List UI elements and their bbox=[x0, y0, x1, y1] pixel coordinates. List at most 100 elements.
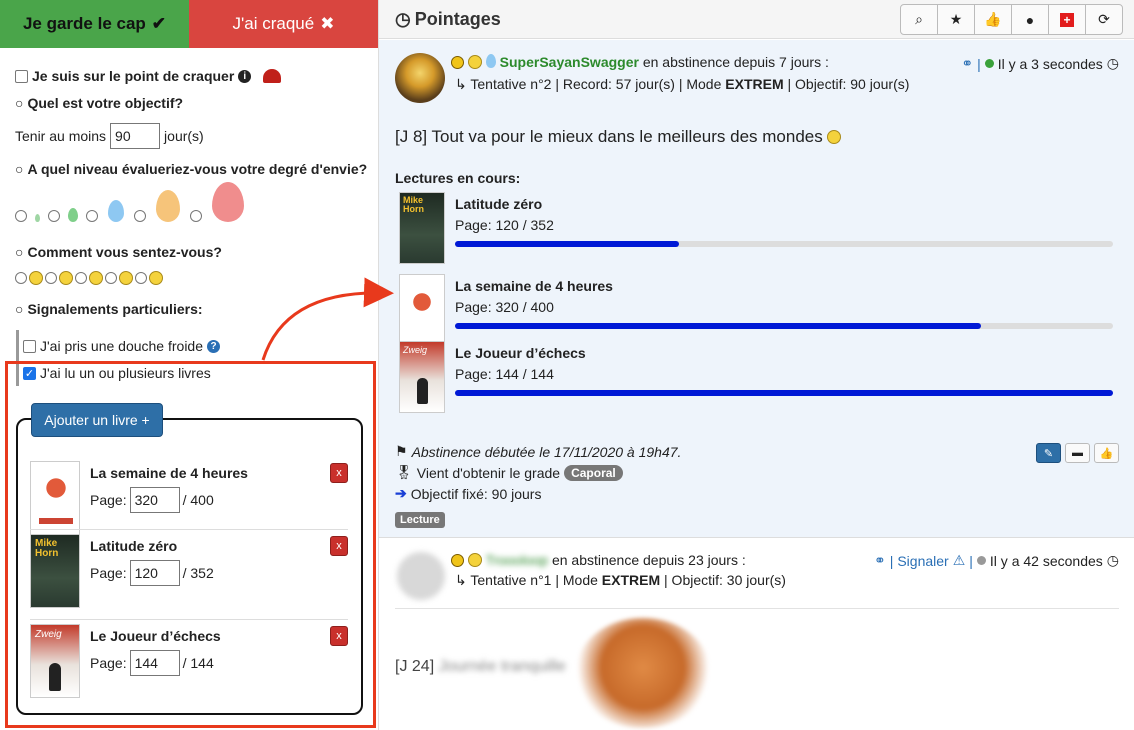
link-icon[interactable]: ⚭ bbox=[874, 552, 886, 569]
info-icon[interactable]: i bbox=[238, 69, 252, 83]
add-book-button[interactable]: Ajouter un livre + bbox=[31, 403, 163, 437]
crying-face-icon bbox=[29, 271, 43, 285]
comment-icon[interactable]: ▬ bbox=[1065, 443, 1090, 463]
add-book-label: Ajouter un livre + bbox=[44, 412, 150, 428]
avatar[interactable] bbox=[397, 552, 445, 600]
objective-row: Tenir au moins 90 jour(s) bbox=[15, 123, 204, 149]
feeling-radio-4[interactable] bbox=[105, 272, 117, 284]
post-message: [J 24] Journée tranquille bbox=[395, 658, 566, 676]
flame-icon-4 bbox=[156, 190, 180, 222]
clock-icon: ◷ bbox=[1106, 552, 1119, 568]
remove-book-button[interactable]: x bbox=[330, 536, 348, 556]
link-icon[interactable]: ⚭ bbox=[961, 55, 973, 72]
about-to-crack-row: Je suis sur le point de craquer i bbox=[15, 68, 282, 84]
remove-book-button[interactable]: x bbox=[330, 626, 348, 646]
keep-course-button[interactable]: Je garde le cap ✔ bbox=[0, 0, 189, 48]
search-icon[interactable]: ⌕ bbox=[900, 4, 938, 35]
refresh-icon[interactable]: ⟳ bbox=[1085, 4, 1123, 35]
reading-title: Latitude zéro bbox=[455, 196, 543, 212]
progress-bar bbox=[455, 241, 1113, 247]
page-label: Page: bbox=[90, 565, 127, 581]
flame-icon-1 bbox=[35, 214, 40, 222]
clock-icon: ◷ bbox=[395, 9, 411, 29]
right-panel: ◷ Pointages ⌕ ★ 👍 ● + ⟳ SuperSayanSwagge… bbox=[378, 0, 1134, 730]
book-title: Le Joueur d’échecs bbox=[90, 628, 221, 644]
flame-icon-5 bbox=[212, 182, 244, 222]
craving-radio-2[interactable] bbox=[48, 210, 60, 222]
post-meta: SuperSayanSwagger en abstinence depuis 7… bbox=[451, 54, 829, 70]
reading-progress-text: 320 / 400 bbox=[495, 299, 554, 315]
help-icon[interactable]: ? bbox=[207, 339, 220, 353]
smiley-icon bbox=[467, 55, 482, 69]
swiss-flag-icon[interactable]: + bbox=[1048, 4, 1086, 35]
star-icon[interactable]: ★ bbox=[937, 4, 975, 35]
thumbs-up-icon[interactable]: 👍 bbox=[974, 4, 1012, 35]
remove-book-button[interactable]: x bbox=[330, 463, 348, 483]
reading-cover-chess-story: Zweig bbox=[399, 341, 445, 413]
feeling-radio-1[interactable] bbox=[15, 272, 27, 284]
craving-radio-1[interactable] bbox=[15, 210, 27, 222]
objective-row: ➔ Objectif fixé: 90 jours bbox=[395, 485, 541, 502]
cracked-button[interactable]: J'ai craqué ✖ bbox=[189, 0, 378, 48]
reading-item-3: Zweig Le Joueur d’échecs Page: 144 / 144 bbox=[399, 341, 1119, 413]
readings-header: Lectures en cours: bbox=[395, 170, 521, 186]
bullet-icon: ○ bbox=[15, 244, 24, 260]
craving-radio-4[interactable] bbox=[134, 210, 146, 222]
reading-item-1: Mike Horn Latitude zéro Page: 120 / 352 bbox=[399, 192, 1119, 264]
post-tag[interactable]: Lecture bbox=[395, 512, 445, 528]
about-to-crack-checkbox[interactable] bbox=[15, 69, 28, 83]
bullet-icon: ○ bbox=[15, 161, 24, 177]
special-question: ○ Signalements particuliers: bbox=[15, 301, 203, 317]
reading-cover-latitude-zero: Mike Horn bbox=[399, 192, 445, 264]
flag-icon: ⚑ bbox=[395, 443, 408, 459]
page-label: Page: bbox=[90, 492, 127, 508]
left-panel: Je garde le cap ✔ J'ai craqué ✖ Je suis … bbox=[0, 0, 378, 730]
like-icon[interactable]: 👍 bbox=[1094, 443, 1119, 463]
offline-dot-icon bbox=[976, 556, 986, 565]
edit-icon[interactable]: ✎ bbox=[1036, 443, 1061, 463]
book-title: Latitude zéro bbox=[90, 538, 178, 554]
post-topright: ⚭ | Il y a 3 secondes ◷ bbox=[961, 55, 1119, 72]
feeling-question-label: Comment vous sentez-vous? bbox=[27, 244, 222, 260]
feeling-radio-5[interactable] bbox=[135, 272, 147, 284]
book-cover-4-hour-week bbox=[30, 461, 80, 535]
page-label: Page: bbox=[455, 217, 492, 233]
page-input[interactable]: 120 bbox=[129, 560, 180, 586]
book-page-row: Page: 144 / 144 bbox=[90, 650, 221, 676]
feeling-radio-2[interactable] bbox=[45, 272, 57, 284]
mode-label: EXTREM bbox=[725, 76, 784, 92]
report-link[interactable]: Signaler bbox=[897, 553, 948, 569]
keep-course-label: Je garde le cap bbox=[22, 14, 146, 33]
post-details: ↳ Tentative n°1 | Mode EXTREM | Objectif… bbox=[455, 572, 786, 589]
smiley-bee-icon bbox=[827, 130, 842, 144]
objective-days-input[interactable]: 90 bbox=[110, 123, 161, 149]
toolbar: ⌕ ★ 👍 ● + ⟳ bbox=[900, 4, 1123, 35]
username-link[interactable]: SuperSayanSwagger bbox=[500, 54, 639, 70]
craving-question: ○ A quel niveau évalueriez-vous votre de… bbox=[15, 161, 367, 177]
divider bbox=[30, 619, 348, 620]
progress-bar bbox=[455, 323, 1113, 329]
grade-badge: Caporal bbox=[564, 464, 623, 481]
feeling-radio-3[interactable] bbox=[75, 272, 87, 284]
mode-label: EXTREM bbox=[601, 572, 661, 588]
username-link[interactable]: Troooloop bbox=[486, 552, 549, 568]
page-total: / 352 bbox=[182, 565, 214, 581]
craving-radio-3[interactable] bbox=[86, 210, 98, 222]
feed-title: ◷ Pointages bbox=[395, 9, 501, 30]
abstinence-start-text: Abstinence débutée le 17/11/2020 à 19h47… bbox=[411, 443, 682, 460]
clock-icon: ◷ bbox=[1106, 55, 1119, 71]
abstinence-status: en abstinence depuis 7 jours : bbox=[642, 54, 829, 70]
page-input[interactable]: 144 bbox=[129, 650, 180, 676]
objective-text: Objectif fixé: 90 jours bbox=[410, 485, 542, 502]
rank-medal-icon bbox=[451, 554, 464, 567]
reading-progress-text: 120 / 352 bbox=[495, 217, 554, 233]
feeling-question: ○ Comment vous sentez-vous? bbox=[15, 244, 222, 260]
cold-shower-checkbox[interactable] bbox=[23, 339, 36, 353]
craving-question-label: A quel niveau évalueriez-vous votre degr… bbox=[27, 161, 368, 177]
globe-icon[interactable]: ● bbox=[1011, 4, 1049, 35]
page-input[interactable]: 320 bbox=[129, 487, 180, 513]
warning-icon: ⚠ bbox=[952, 552, 966, 568]
check-icon: ✔ bbox=[151, 14, 167, 33]
craving-radio-5[interactable] bbox=[190, 210, 202, 222]
avatar[interactable] bbox=[395, 53, 445, 103]
